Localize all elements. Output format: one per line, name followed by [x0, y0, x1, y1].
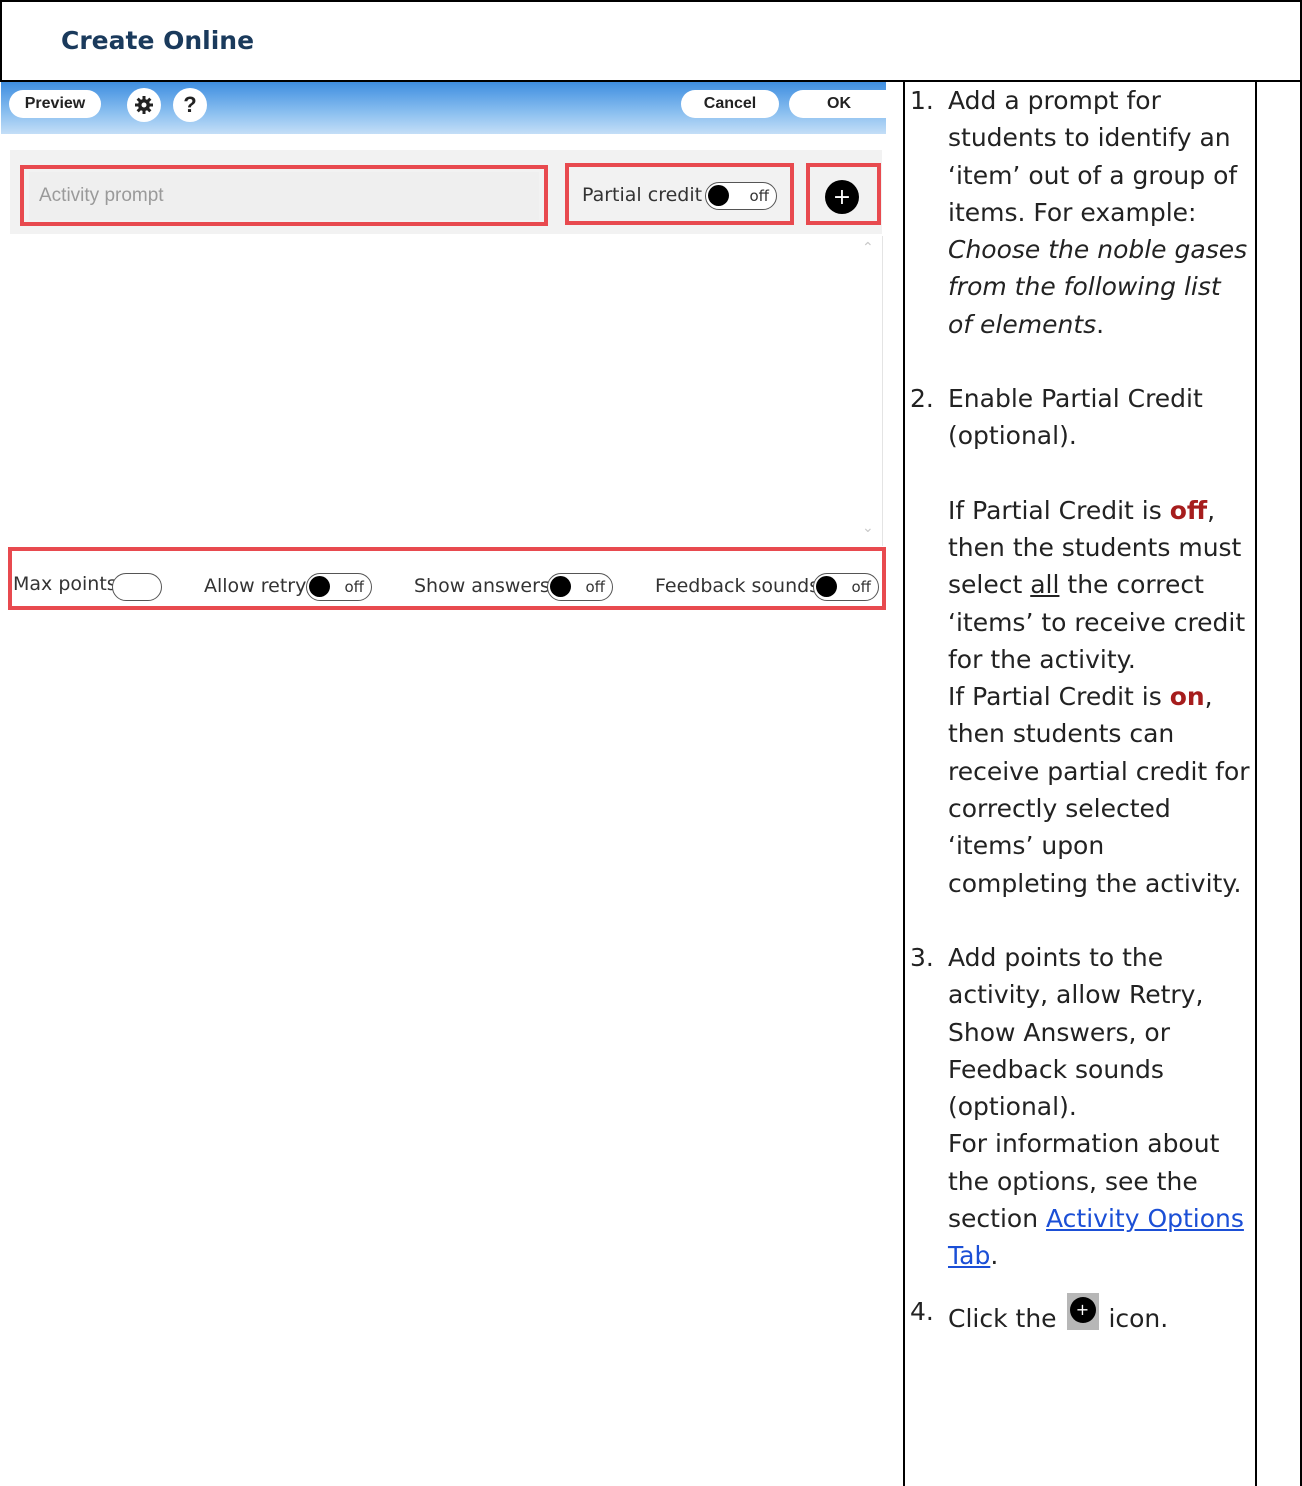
- column-divider-right: [1255, 82, 1257, 1486]
- highlight-add: [806, 163, 881, 225]
- plus-icon: +: [1069, 1296, 1096, 1323]
- step-number: 4.: [910, 1296, 934, 1326]
- highlight-partial-credit: [565, 163, 794, 225]
- step-text: .: [1096, 309, 1105, 339]
- step-2: 2. Enable Partial Credit (optional). If …: [910, 380, 1250, 902]
- step-number: 2.: [910, 384, 934, 414]
- items-area[interactable]: ⌃ ⌄: [10, 236, 883, 546]
- step-3: 3. Add points to the activity, allow Ret…: [910, 939, 1250, 1275]
- options-info: For information about the options, see t…: [948, 1125, 1250, 1274]
- step-text: Add a prompt for students to identify an…: [948, 86, 1238, 227]
- note-text: , then students can receive partial cred…: [948, 682, 1250, 898]
- step-text: Add points to the activity, allow Retry,…: [948, 942, 1204, 1122]
- keyword-off: off: [1169, 495, 1208, 525]
- app-toolbar: Preview ? Cancel OK: [1, 82, 889, 134]
- instructions: 1. Add a prompt for students to identify…: [910, 82, 1250, 1337]
- scroll-up-icon[interactable]: ⌃: [862, 240, 874, 256]
- step-number: 1.: [910, 86, 934, 115]
- frame-left: [0, 0, 2, 82]
- cancel-button[interactable]: Cancel: [681, 90, 779, 118]
- help-button[interactable]: ?: [173, 88, 207, 122]
- scroll-down-icon[interactable]: ⌄: [862, 520, 874, 536]
- column-divider-left: [903, 82, 905, 1486]
- highlight-prompt: [20, 165, 548, 226]
- settings-button[interactable]: [127, 88, 161, 122]
- highlight-options: [8, 547, 886, 610]
- step-text: Enable Partial Credit (optional).: [948, 384, 1203, 451]
- note-text: If Partial Credit is: [948, 495, 1170, 525]
- step-1: 1. Add a prompt for students to identify…: [910, 82, 1250, 343]
- step-text: icon.: [1100, 1303, 1169, 1333]
- ok-button[interactable]: OK: [789, 90, 889, 118]
- step-text: Click the: [948, 1303, 1065, 1333]
- note-text: .: [990, 1241, 999, 1271]
- note-text: If Partial Credit is: [948, 682, 1170, 712]
- keyword-on: on: [1169, 682, 1205, 712]
- step-4: 4. Click the + icon.: [910, 1292, 1250, 1337]
- frame-top: [0, 0, 1302, 2]
- emphasis-all: all: [1030, 570, 1060, 600]
- preview-button[interactable]: Preview: [9, 90, 101, 118]
- partial-on-note: If Partial Credit is on, then students c…: [948, 678, 1250, 902]
- add-icon-image: +: [1066, 1292, 1099, 1330]
- gear-icon: [135, 96, 153, 114]
- step-number: 3.: [910, 942, 934, 972]
- page-title: Create Online: [61, 26, 255, 55]
- partial-off-note: If Partial Credit is off, then the stude…: [948, 492, 1250, 678]
